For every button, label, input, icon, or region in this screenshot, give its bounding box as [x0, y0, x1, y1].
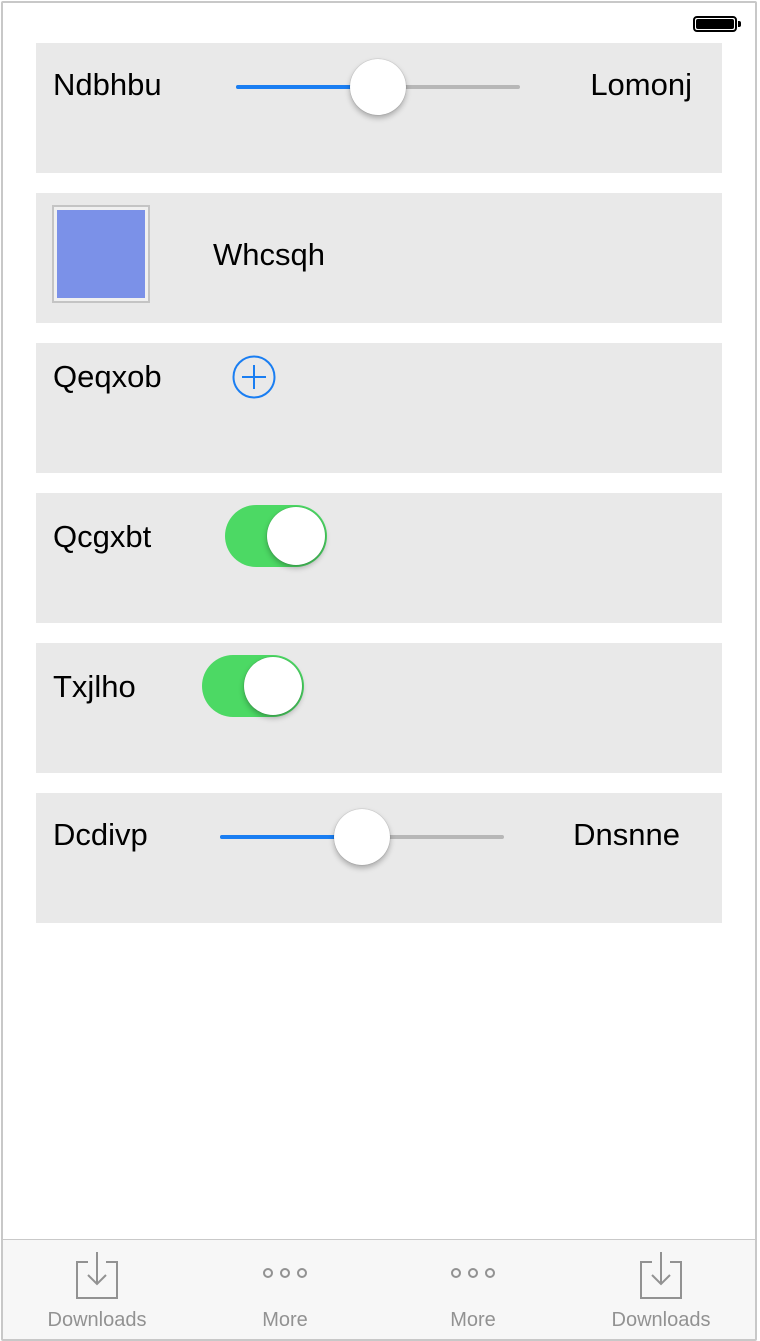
row-label: Qeqxob [53, 359, 162, 394]
slider-thumb[interactable] [334, 809, 390, 865]
value-slider[interactable] [236, 59, 520, 115]
toggle-switch[interactable] [225, 505, 327, 567]
color-swatch-fill [57, 210, 145, 298]
row-label: Dcdivp [53, 817, 148, 852]
tab-label: Downloads [611, 1309, 711, 1331]
row-label: Whcsqh [213, 237, 325, 272]
download-icon [73, 1250, 121, 1300]
download-icon [637, 1250, 685, 1300]
tab-label: More [450, 1309, 496, 1331]
tab-downloads[interactable]: Downloads [567, 1240, 755, 1339]
tab-bar: Downloads More More Downloads [3, 1239, 755, 1339]
slider-thumb[interactable] [350, 59, 406, 115]
tab-downloads[interactable]: Downloads [3, 1240, 191, 1339]
more-icon [449, 1250, 497, 1300]
more-icon [261, 1250, 309, 1300]
row-label: Txjlho [53, 669, 136, 704]
toggle-switch[interactable] [202, 655, 304, 717]
tab-more[interactable]: More [191, 1240, 379, 1339]
color-swatch[interactable] [52, 205, 150, 303]
slider-row-ndbhbu: Ndbhbu Lomonj [36, 43, 722, 173]
tab-more[interactable]: More [379, 1240, 567, 1339]
toggle-knob [267, 507, 325, 565]
tab-label: More [262, 1309, 308, 1331]
slider-value-label: Lomonj [590, 67, 692, 102]
value-slider[interactable] [220, 809, 504, 865]
slider-value-label: Dnsnne [573, 817, 680, 852]
tab-label: Downloads [47, 1309, 147, 1331]
color-row-whcsqh: Whcsqh [36, 193, 722, 323]
toggle-knob [244, 657, 302, 715]
plus-circle-icon[interactable] [232, 355, 276, 399]
add-row-qeqxob: Qeqxob [36, 343, 722, 473]
phone-screen: Ndbhbu Lomonj Whcsqh Qeqxob Qcgxbt Txjlh… [1, 1, 757, 1341]
slider-row-dcdivp: Dcdivp Dnsnne [36, 793, 722, 923]
row-label: Qcgxbt [53, 519, 152, 554]
switch-row-txjlho: Txjlho [36, 643, 722, 773]
switch-row-qcgxbt: Qcgxbt [36, 493, 722, 623]
battery-full-icon [693, 16, 741, 32]
row-label: Ndbhbu [53, 67, 162, 102]
